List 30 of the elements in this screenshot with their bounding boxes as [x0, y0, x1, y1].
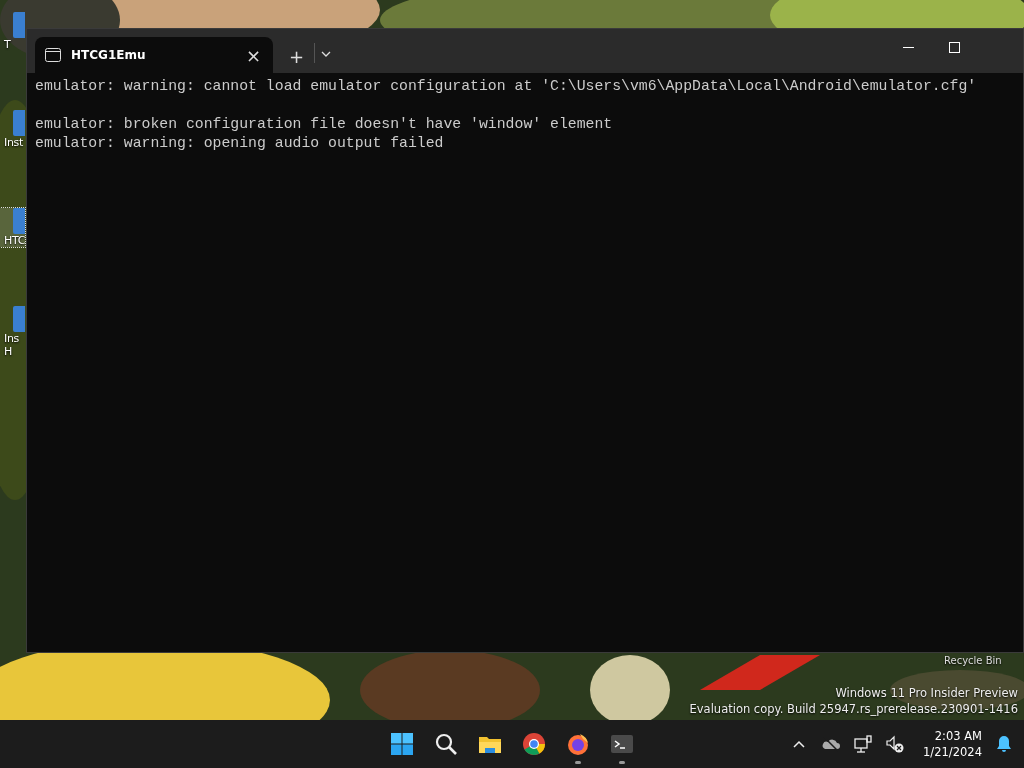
desktop-icon-label[interactable]: Ins [0, 332, 20, 345]
desktop-icon-label: Recycle Bin [944, 655, 1002, 667]
maximize-icon [948, 41, 960, 53]
dropdown-icon[interactable] [321, 49, 332, 59]
selected-desktop-icon[interactable]: HTC [0, 208, 25, 247]
clock[interactable]: 2:03 AM 1/21/2024 [923, 728, 982, 760]
watermark-text: Evaluation copy. Build 25947.rs_prerelease.230901-1416 [689, 701, 1018, 717]
network-icon[interactable] [853, 734, 874, 754]
close-tab-button[interactable]: × [243, 44, 263, 66]
firefox-icon [565, 731, 591, 757]
shortcut-icon [13, 110, 25, 136]
shortcut-icon [13, 12, 25, 38]
chrome-icon [521, 731, 547, 757]
console-line: emulator: warning: opening audio output failed [35, 134, 445, 153]
bell-icon[interactable] [994, 734, 1014, 754]
console-line: emulator: broken configuration file doesn't have 'window' element [35, 115, 614, 134]
start-icon [389, 731, 415, 757]
search-icon [433, 731, 459, 757]
new-tab-button[interactable]: + [285, 46, 309, 67]
desktop-icon-label[interactable]: T [0, 38, 11, 51]
watermark-text: Windows 11 Pro Insider Preview [835, 685, 1018, 701]
desktop-icon-label[interactable]: HTC [0, 234, 25, 247]
desktop-icon-label[interactable]: Inst [0, 136, 24, 149]
desktop-icon-label[interactable]: H [0, 345, 12, 358]
terminal-icon [45, 48, 61, 62]
shortcut-icon [13, 208, 25, 234]
tab[interactable]: HTCG1Emu × [35, 37, 273, 73]
console-line: emulator: warning: cannot load emulator configuration at 'C:\Users\vm6\AppData\Local\Android\emulator.cfg' [35, 77, 978, 96]
speaker-muted-icon[interactable] [885, 734, 906, 754]
shortcut-icon [13, 306, 25, 332]
